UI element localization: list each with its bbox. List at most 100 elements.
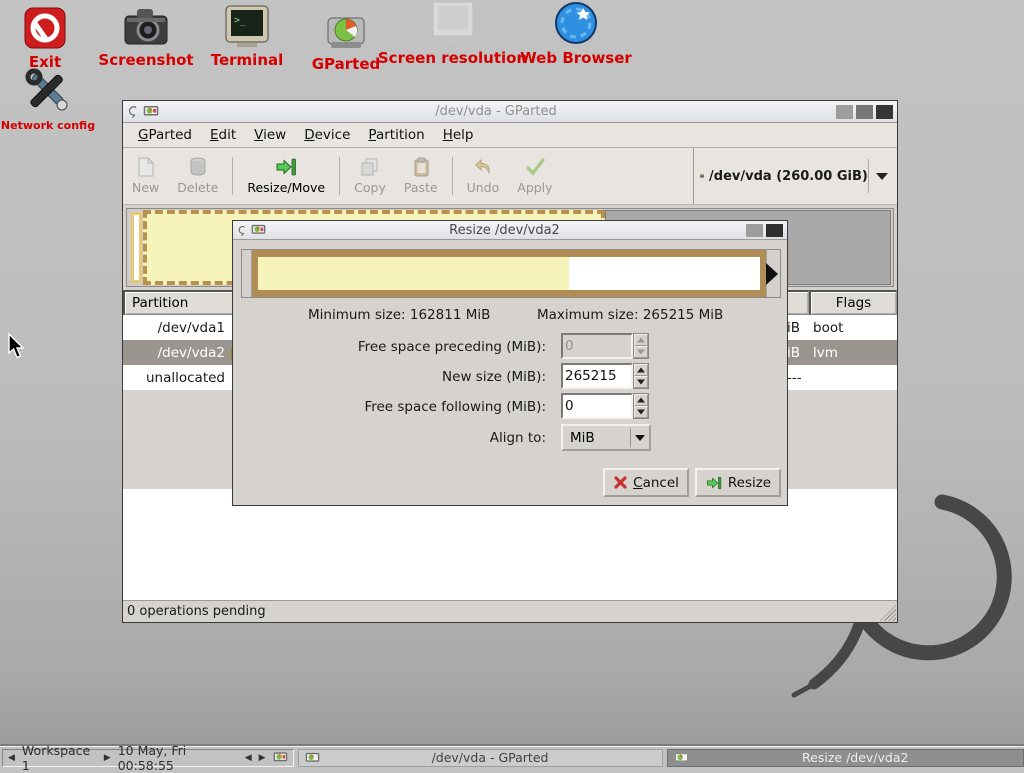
workspace-next-icon[interactable]: ▶	[104, 753, 111, 763]
resize-move-button[interactable]: Resize/Move	[238, 148, 334, 204]
desktop-icon-web-browser[interactable]: Web Browser	[515, 0, 637, 67]
taskbar-button-gparted[interactable]: /dev/vda - GParted	[298, 749, 663, 767]
dialog-titlebar[interactable]: Resize /dev/vda2	[233, 221, 787, 240]
desktop-icon-network-config[interactable]: Network config	[8, 70, 88, 132]
desktop-icon-terminal[interactable]: >_ Terminal	[205, 2, 289, 69]
workspace-prev-icon[interactable]: ◀	[8, 753, 15, 763]
main-titlebar[interactable]: /dev/vda - GParted	[123, 101, 897, 123]
undo-icon	[472, 156, 494, 178]
free-space-following-label: Free space following (MiB):	[293, 399, 546, 415]
resize-slider-widget	[241, 249, 781, 298]
align-to-dropdown[interactable]: MiB	[561, 424, 651, 451]
minimum-size-label: Minimum size: 162811 MiB	[308, 307, 490, 323]
maximum-size-label: Maximum size: 265215 MiB	[537, 307, 723, 323]
spin-down-button[interactable]	[634, 406, 648, 418]
taskbar: ◀ Workspace 1 ▶ 10 May, Fri 00:58:55 ◀ ▶…	[0, 746, 1024, 768]
taskbar-button-resize-dialog[interactable]: Resize /dev/vda2	[667, 749, 1024, 767]
resize-left-handle[interactable]	[242, 250, 252, 297]
cancel-x-icon	[613, 475, 628, 490]
free-space-following-input[interactable]	[561, 393, 633, 419]
dialog-title: Resize /dev/vda2	[266, 223, 743, 238]
iconbox-prev-icon[interactable]: ◀	[245, 753, 252, 763]
dialog-maximize-button[interactable]	[746, 224, 763, 237]
spin-down-button[interactable]	[634, 346, 648, 358]
used-space-bar	[258, 257, 569, 290]
menu-device[interactable]: Device	[295, 124, 359, 146]
apply-check-icon	[524, 156, 546, 178]
new-size-input[interactable]	[561, 363, 633, 389]
spin-up-button[interactable]	[634, 394, 648, 406]
power-icon	[23, 4, 67, 50]
terminal-icon: >_	[223, 2, 271, 48]
minimize-button[interactable]	[836, 105, 853, 119]
gparted-task-icon	[305, 752, 320, 764]
desktop-icon-screen-resolution[interactable]: Screen resolution	[390, 0, 515, 67]
clock: 10 May, Fri 00:58:55	[118, 743, 238, 773]
menu-partition[interactable]: Partition	[359, 124, 433, 146]
delete-button[interactable]: Delete	[168, 148, 227, 204]
apply-button[interactable]: Apply	[508, 148, 561, 204]
free-space-preceding-spinbox	[561, 333, 649, 359]
menu-edit[interactable]: Edit	[201, 124, 245, 146]
gparted-tray-icon[interactable]	[273, 751, 288, 764]
free-space-preceding-input[interactable]	[561, 333, 633, 359]
resize-dialog: Resize /dev/vda2 Minimum size: 162811 Mi…	[232, 220, 788, 506]
workspace-label: Workspace 1	[22, 743, 97, 773]
desktop-icon-exit[interactable]: Exit	[12, 4, 78, 71]
gparted-task-icon	[674, 752, 689, 764]
debian-swirl-icon	[237, 224, 248, 237]
resize-right-handle[interactable]	[766, 250, 780, 297]
resize-partition-bar[interactable]	[252, 250, 766, 297]
undo-button[interactable]: Undo	[458, 148, 509, 204]
maximize-button[interactable]	[856, 105, 873, 119]
toolbar-separator	[232, 157, 233, 195]
gparted-window-icon	[251, 224, 266, 236]
spin-up-button[interactable]	[634, 364, 648, 376]
iconbox-next-icon[interactable]: ▶	[259, 753, 266, 763]
resize-button[interactable]: Resize	[695, 468, 781, 497]
column-header-partition[interactable]: Partition	[123, 290, 237, 315]
desktop-icon-screenshot[interactable]: Screenshot	[100, 2, 192, 69]
paste-button[interactable]: Paste	[395, 148, 447, 204]
spin-down-button[interactable]	[634, 376, 648, 388]
harddisk-icon	[700, 166, 704, 186]
partition-visual-vda1[interactable]	[131, 212, 142, 283]
device-selector[interactable]: /dev/vda (260.00 GiB)	[693, 148, 897, 204]
statusbar: 0 operations pending	[123, 600, 897, 622]
tools-icon	[21, 70, 75, 116]
free-space-bar	[569, 257, 760, 290]
device-label: /dev/vda (260.00 GiB)	[709, 169, 868, 184]
globe-icon	[552, 0, 600, 46]
gparted-window-icon	[143, 105, 159, 118]
resize-move-icon	[274, 156, 298, 178]
column-header-flags[interactable]: Flags	[809, 290, 897, 315]
cancel-button[interactable]: Cancel	[603, 468, 689, 497]
close-button[interactable]	[876, 105, 893, 119]
resize-arrow-icon	[705, 475, 723, 491]
spin-up-button[interactable]	[634, 334, 648, 346]
new-button[interactable]: New	[123, 148, 168, 204]
desktop-icon-gparted[interactable]: GParted	[312, 6, 380, 73]
new-size-spinbox	[561, 363, 649, 389]
resize-grip[interactable]	[880, 605, 896, 621]
menu-help[interactable]: Help	[434, 124, 483, 146]
right-arrow-icon	[766, 263, 778, 285]
copy-button[interactable]: Copy	[345, 148, 395, 204]
pending-operations-text: 0 operations pending	[127, 604, 266, 619]
delete-partition-icon	[187, 156, 209, 178]
debian-swirl-icon	[127, 104, 140, 119]
free-space-following-spinbox	[561, 393, 649, 419]
taskbar-left-group: ◀ Workspace 1 ▶ 10 May, Fri 00:58:55 ◀ ▶	[2, 749, 294, 767]
copy-icon	[359, 156, 381, 178]
main-window-title: /dev/vda - GParted	[159, 104, 833, 119]
menu-gparted[interactable]: GParted	[129, 124, 201, 146]
gparted-disk-icon	[325, 6, 367, 52]
align-to-value: MiB	[563, 430, 630, 446]
free-space-preceding-label: Free space preceding (MiB):	[293, 339, 546, 355]
paste-icon	[410, 156, 432, 178]
chevron-down-icon	[876, 173, 888, 180]
menu-view[interactable]: View	[245, 124, 295, 146]
dialog-close-button[interactable]	[766, 224, 783, 237]
align-to-label: Align to:	[293, 430, 546, 446]
camera-icon	[121, 2, 171, 48]
